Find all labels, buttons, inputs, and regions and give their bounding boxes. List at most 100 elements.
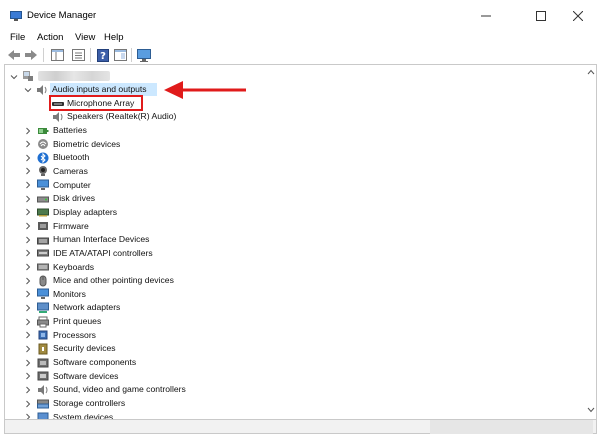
chevron-right-icon[interactable] — [24, 222, 32, 230]
menu-view[interactable]: View — [75, 32, 95, 43]
disk-drive-icon — [37, 196, 49, 203]
tree-item-display-adapters[interactable]: Display adapters — [53, 206, 117, 219]
tree-item-monitors[interactable]: Monitors — [53, 288, 86, 301]
back-button[interactable] — [6, 47, 22, 63]
menu-help[interactable]: Help — [104, 32, 124, 43]
chevron-right-icon[interactable] — [24, 208, 32, 216]
tree-item-print-queues[interactable]: Print queues — [53, 315, 101, 328]
chevron-down-icon[interactable] — [10, 73, 18, 81]
chevron-right-icon[interactable] — [24, 318, 32, 326]
storage-controller-icon — [37, 399, 49, 408]
computer-icon — [37, 179, 49, 191]
redacted-computer-name — [38, 71, 110, 81]
speaker-icon — [38, 384, 48, 395]
keyboard-icon — [37, 263, 49, 271]
menu-action[interactable]: Action — [37, 32, 63, 43]
tree-item-storage-controllers[interactable]: Storage controllers — [53, 397, 125, 410]
chevron-right-icon[interactable] — [24, 372, 32, 380]
tree-item-system-devices[interactable]: System devices — [53, 411, 113, 419]
software-component-icon — [37, 358, 49, 368]
chevron-right-icon[interactable] — [24, 290, 32, 298]
chevron-right-icon[interactable] — [24, 154, 32, 162]
annotation-highlight-box — [49, 95, 143, 111]
tree-item-disk-drives[interactable]: Disk drives — [53, 192, 95, 205]
chevron-right-icon[interactable] — [24, 359, 32, 367]
forward-icon — [25, 50, 37, 60]
tree-item-bluetooth[interactable]: Bluetooth — [53, 151, 89, 164]
chevron-right-icon[interactable] — [24, 181, 32, 189]
annotation-arrow — [164, 81, 246, 99]
ide-controller-icon — [37, 249, 49, 257]
tree-item-firmware[interactable]: Firmware — [53, 220, 89, 233]
camera-icon — [39, 166, 47, 177]
menu-file[interactable]: File — [10, 32, 25, 43]
svg-text:?: ? — [100, 51, 106, 62]
window-title: Device Manager — [27, 10, 97, 21]
software-device-icon — [37, 371, 49, 381]
tree-item-sound-video-and-game-controllers[interactable]: Sound, video and game controllers — [53, 383, 186, 396]
status-bar-segment — [430, 420, 593, 434]
chevron-right-icon[interactable] — [24, 236, 32, 244]
action-pane-button[interactable] — [112, 47, 128, 63]
minimize-icon — [481, 15, 491, 16]
scroll-up-icon[interactable] — [587, 69, 595, 75]
help-button[interactable]: ? — [95, 47, 111, 63]
tree-item-ide-ata-atapi-controllers[interactable]: IDE ATA/ATAPI controllers — [53, 247, 153, 260]
chevron-right-icon[interactable] — [24, 195, 32, 203]
chevron-right-icon[interactable] — [24, 400, 32, 408]
action-pane-icon — [113, 49, 127, 61]
chevron-right-icon[interactable] — [24, 345, 32, 353]
close-icon — [573, 10, 583, 21]
toolbar: ? — [0, 45, 600, 65]
speaker-icon — [37, 85, 47, 95]
maximize-icon — [536, 10, 546, 21]
bluetooth-icon — [37, 152, 49, 164]
chevron-right-icon[interactable] — [24, 413, 32, 419]
tree-item-software-devices[interactable]: Software devices — [53, 370, 118, 383]
processor-icon — [38, 330, 48, 340]
toolbar-separator — [131, 48, 132, 62]
toolbar-separator — [90, 48, 91, 62]
chevron-right-icon[interactable] — [24, 304, 32, 312]
tree-item-speakers[interactable]: Speakers (Realtek(R) Audio) — [67, 110, 176, 123]
scan-hardware-button[interactable] — [136, 47, 152, 63]
chevron-right-icon[interactable] — [24, 140, 32, 148]
tree-item-security-devices[interactable]: Security devices — [53, 342, 116, 355]
tree-item-biometric-devices[interactable]: Biometric devices — [53, 138, 120, 151]
forward-button[interactable] — [23, 47, 39, 63]
tree-item-software-components[interactable]: Software components — [53, 356, 136, 369]
minimize-button[interactable] — [464, 0, 508, 31]
chevron-right-icon[interactable] — [24, 127, 32, 135]
chevron-down-icon[interactable] — [24, 86, 32, 94]
chevron-right-icon[interactable] — [24, 386, 32, 394]
chevron-right-icon[interactable] — [24, 277, 32, 285]
back-icon — [8, 50, 20, 60]
properties-icon — [71, 49, 85, 61]
tree-item-batteries[interactable]: Batteries — [53, 124, 87, 137]
vertical-scrollbar[interactable] — [586, 65, 596, 419]
tree-item-network-adapters[interactable]: Network adapters — [53, 301, 120, 314]
tree-item-cameras[interactable]: Cameras — [53, 165, 88, 178]
scroll-down-icon[interactable] — [587, 407, 595, 413]
chevron-right-icon[interactable] — [24, 249, 32, 257]
chevron-right-icon[interactable] — [24, 167, 32, 175]
tree-item-computer[interactable]: Computer — [53, 179, 91, 192]
tree-item-mice-and-other-pointing-devices[interactable]: Mice and other pointing devices — [53, 274, 174, 287]
tree-item-human-interface-devices[interactable]: Human Interface Devices — [53, 233, 149, 246]
device-manager-icon — [10, 11, 22, 21]
chevron-right-icon[interactable] — [24, 263, 32, 271]
device-tree[interactable]: Audio inputs and outputs Microphone Arra… — [4, 64, 597, 420]
toolbar-separator — [43, 48, 44, 62]
speaker-icon — [53, 112, 63, 122]
show-hide-tree-button[interactable] — [49, 47, 65, 63]
printer-icon — [37, 316, 49, 328]
tree-item-keyboards[interactable]: Keyboards — [53, 261, 94, 274]
close-button[interactable] — [556, 0, 600, 31]
monitor-icon — [37, 288, 49, 300]
hid-icon — [37, 237, 49, 245]
firmware-icon — [38, 222, 48, 231]
tree-item-processors[interactable]: Processors — [53, 329, 96, 342]
fingerprint-icon — [38, 139, 48, 150]
properties-button[interactable] — [70, 47, 86, 63]
chevron-right-icon[interactable] — [24, 331, 32, 339]
